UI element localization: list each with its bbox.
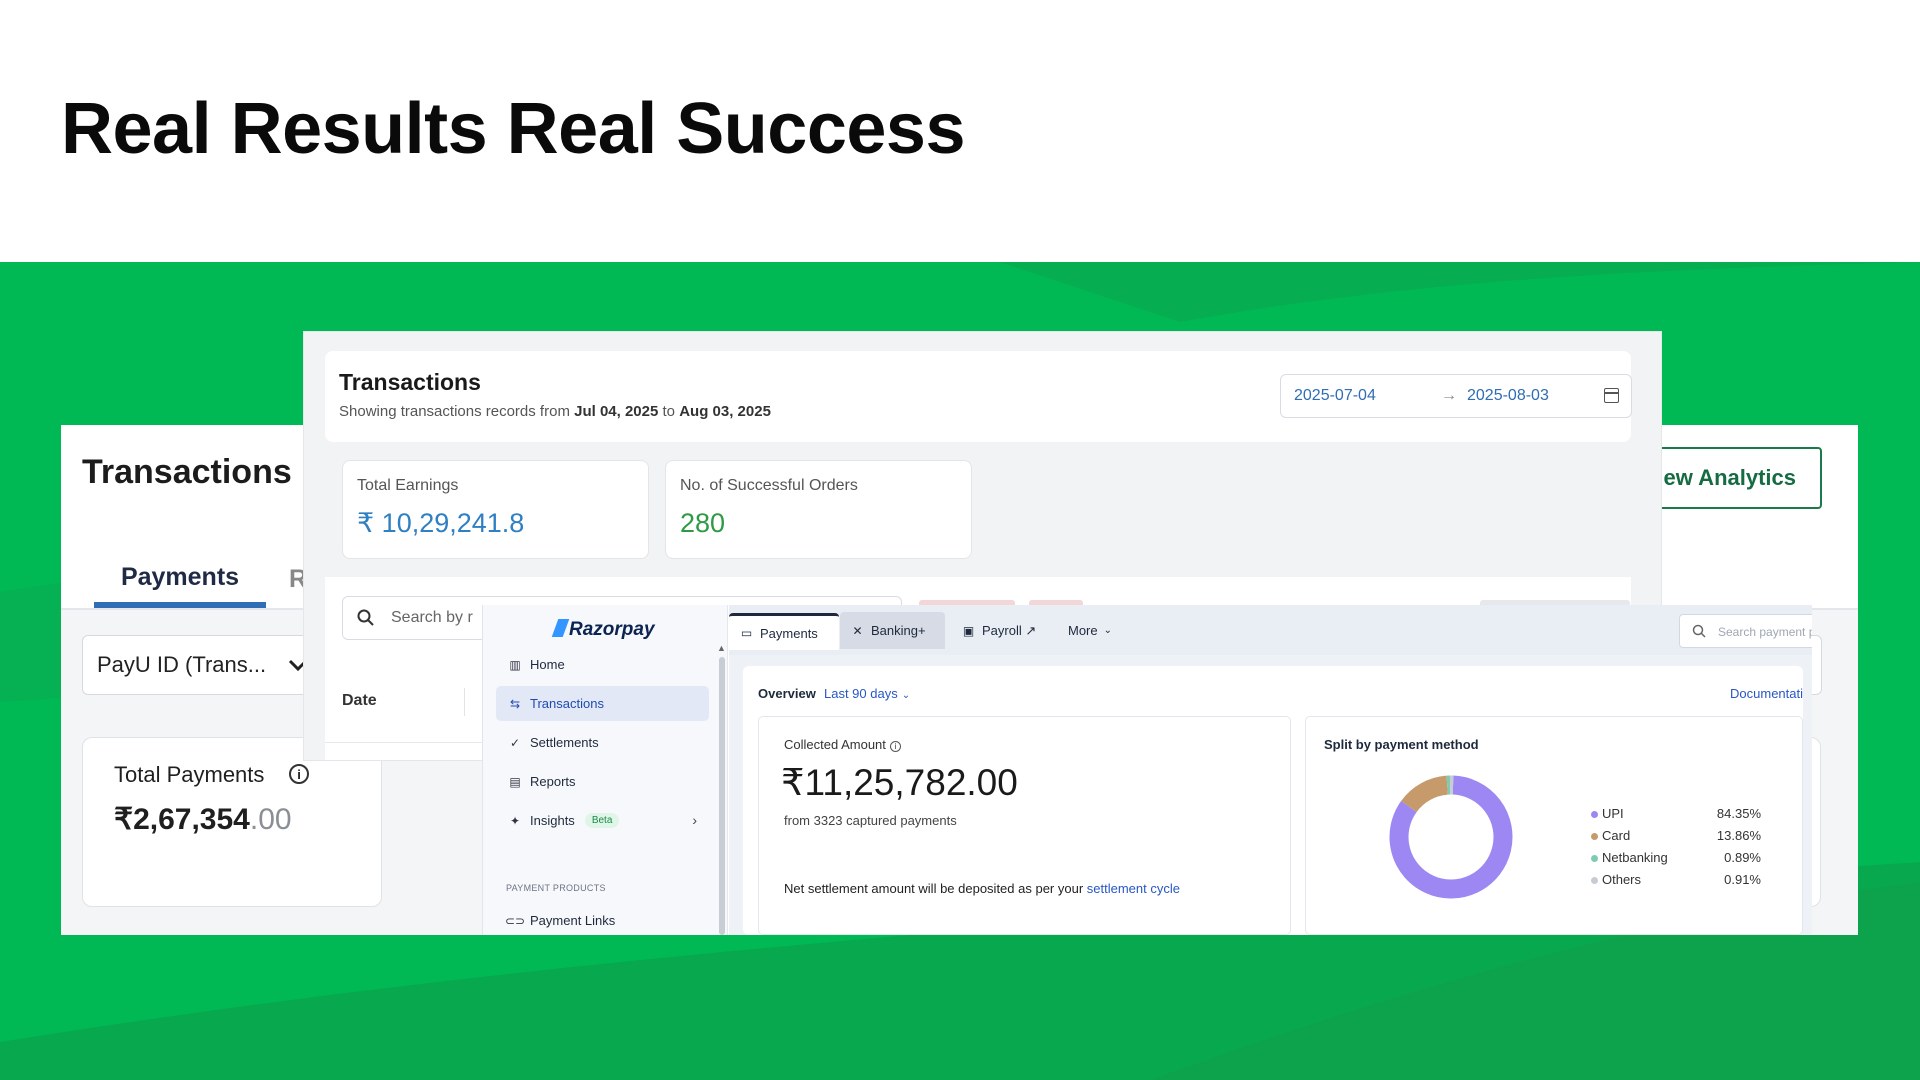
search-icon: [1692, 624, 1706, 638]
payment-method-donut: [1389, 775, 1513, 899]
legend-value: 0.91%: [1724, 872, 1761, 887]
razorpay-logo-mark: [551, 619, 570, 637]
search-input[interactable]: Search payment products, settings, and m…: [1679, 614, 1812, 648]
legend-value: 84.35%: [1716, 806, 1761, 821]
legend-item-netbanking: Netbanking 0.89%: [1591, 850, 1761, 868]
sidebar-item-label: Insights: [530, 813, 575, 828]
search-placeholder: Search by r: [391, 609, 473, 626]
page-title: Transactions: [339, 369, 481, 395]
captured-payments-text: from 3323 captured payments: [784, 813, 957, 828]
payments-icon: ▭: [740, 626, 753, 640]
date-range-subtitle: Showing transactions records from Jul 04…: [339, 403, 771, 420]
tab-more[interactable]: More ⌄: [1058, 612, 1128, 649]
razorpay-dashboard: Razorpay ▥ Home ⇆ Transactions ✓ Settlement…: [482, 605, 1812, 935]
legend-dot: [1591, 833, 1598, 840]
sidebar-item-insights[interactable]: ✦ Insights Beta ›: [496, 803, 709, 838]
legend-label: Card: [1602, 828, 1631, 843]
info-icon[interactable]: i: [289, 764, 309, 784]
sidebar-item-label: Payment Links: [530, 913, 616, 928]
link-icon: ⊂⊃: [504, 913, 526, 928]
sidebar-item-label: Home: [530, 657, 565, 672]
total-earnings-card: Total Earnings ₹ 10,29,241.8: [342, 460, 649, 559]
overview-label: Overview: [758, 686, 816, 701]
chevron-down-icon: ⌄: [1103, 625, 1113, 636]
search-placeholder: Search payment products, settings, and m…: [1718, 625, 1812, 639]
legend-dot: [1591, 877, 1598, 884]
transactions-icon: ⇆: [509, 696, 521, 711]
settlement-note: Net settlement amount will be deposited …: [784, 881, 1180, 896]
total-payments-card: Total Payments i ₹2,67,354.00: [82, 737, 382, 907]
collected-amount-value: ₹11,25,782.00: [781, 762, 1018, 803]
sidebar-item-settlements[interactable]: ✓ Settlements: [496, 725, 709, 760]
successful-orders-value: 280: [680, 508, 726, 538]
arrow-right-icon: →: [1441, 387, 1457, 404]
date-range-picker[interactable]: 2025-07-04 → 2025-08-03: [1280, 374, 1632, 418]
legend-item-card: Card 13.86%: [1591, 828, 1761, 846]
reports-icon: ▤: [509, 774, 521, 789]
banking-icon: ✕: [852, 623, 863, 638]
legend-value: 13.86%: [1716, 828, 1761, 843]
tab-banking[interactable]: ✕ Banking+: [840, 612, 945, 649]
home-icon: ▥: [509, 657, 521, 672]
sidebar-item-label: Settlements: [530, 735, 599, 750]
legend-dot: [1591, 855, 1598, 862]
legend-label: Netbanking: [1602, 850, 1668, 865]
chevron-down-icon: ⌄: [901, 690, 911, 701]
legend-item-others: Others 0.91%: [1591, 872, 1761, 890]
scroll-up-icon[interactable]: ▲: [717, 643, 726, 653]
documentation-link[interactable]: Documentati: [1730, 686, 1803, 701]
total-payments-label: Total Payments: [114, 762, 265, 787]
beta-badge: Beta: [584, 813, 620, 828]
calendar-icon[interactable]: [1604, 388, 1619, 403]
column-divider: [464, 688, 465, 716]
settlement-cycle-link[interactable]: settlement cycle: [1087, 881, 1180, 896]
razorpay-logo[interactable]: Razorpay: [551, 619, 655, 641]
top-navigation: ▭ Payments ✕ Banking+ ▣ Payroll ↗ More ⌄ Sea…: [729, 605, 1812, 655]
split-by-method-card: Split by payment method UPI 84.35% Card 13.…: [1305, 716, 1803, 935]
column-header-date[interactable]: Date: [342, 692, 377, 710]
search-icon: [357, 609, 374, 626]
overview-panel: Overview Last 90 days ⌄ Documentati Colle…: [743, 666, 1803, 935]
donut-slice-card[interactable]: [1401, 775, 1449, 813]
content-area: Overview Last 90 days ⌄ Documentati Colle…: [729, 655, 1812, 935]
payroll-icon: ▣: [962, 623, 975, 638]
sidebar-item-label: Transactions: [530, 696, 604, 711]
date-from[interactable]: 2025-07-04: [1294, 387, 1376, 405]
sidebar-scrollbar[interactable]: [719, 657, 725, 935]
total-earnings-label: Total Earnings: [357, 477, 459, 494]
info-icon[interactable]: i: [889, 741, 901, 752]
headline: Real Results Real Success: [61, 89, 966, 169]
legend-item-upi: UPI 84.35%: [1591, 806, 1761, 824]
section-label: PAYMENT PRODUCTS: [506, 883, 606, 893]
legend-label: UPI: [1602, 806, 1624, 821]
date-to[interactable]: 2025-08-03: [1467, 387, 1549, 405]
legend-dot: [1591, 811, 1598, 818]
transactions-header: Transactions Showing transactions record…: [325, 351, 1632, 442]
sidebar-item-home[interactable]: ▥ Home: [496, 647, 709, 682]
tab-payroll[interactable]: ▣ Payroll ↗: [951, 612, 1051, 649]
sidebar-item-payment-links[interactable]: ⊂⊃ Payment Links: [496, 903, 709, 935]
settlements-icon: ✓: [509, 735, 521, 750]
sidebar-item-label: Reports: [530, 774, 576, 789]
collected-amount-label: Collected Amount i: [784, 737, 901, 752]
tab-payments[interactable]: ▭ Payments: [729, 613, 839, 650]
sidebar: Razorpay ▥ Home ⇆ Transactions ✓ Settlement…: [483, 605, 728, 935]
insights-icon: ✦: [509, 813, 521, 828]
successful-orders-label: No. of Successful Orders: [680, 477, 858, 494]
total-payments-value: ₹2,67,354.00: [114, 803, 292, 836]
overview-range-dropdown[interactable]: Last 90 days ⌄: [824, 686, 910, 701]
sidebar-item-reports[interactable]: ▤ Reports: [496, 764, 709, 799]
collected-amount-card: Collected Amount i ₹11,25,782.00 from 332…: [758, 716, 1291, 935]
back-page-title: Transactions: [82, 453, 292, 491]
successful-orders-card: No. of Successful Orders 280: [665, 460, 972, 559]
chevron-right-icon[interactable]: ›: [692, 812, 697, 828]
payu-select-value: PayU ID (Trans...: [97, 652, 267, 677]
sidebar-item-transactions[interactable]: ⇆ Transactions: [496, 686, 709, 721]
payu-id-select[interactable]: PayU ID (Trans...: [82, 635, 322, 695]
legend-value: 0.89%: [1724, 850, 1761, 865]
tab-active-underline: [94, 602, 266, 608]
total-earnings-value: ₹ 10,29,241.8: [357, 508, 525, 538]
legend-label: Others: [1602, 872, 1642, 887]
chart-title: Split by payment method: [1324, 737, 1479, 752]
